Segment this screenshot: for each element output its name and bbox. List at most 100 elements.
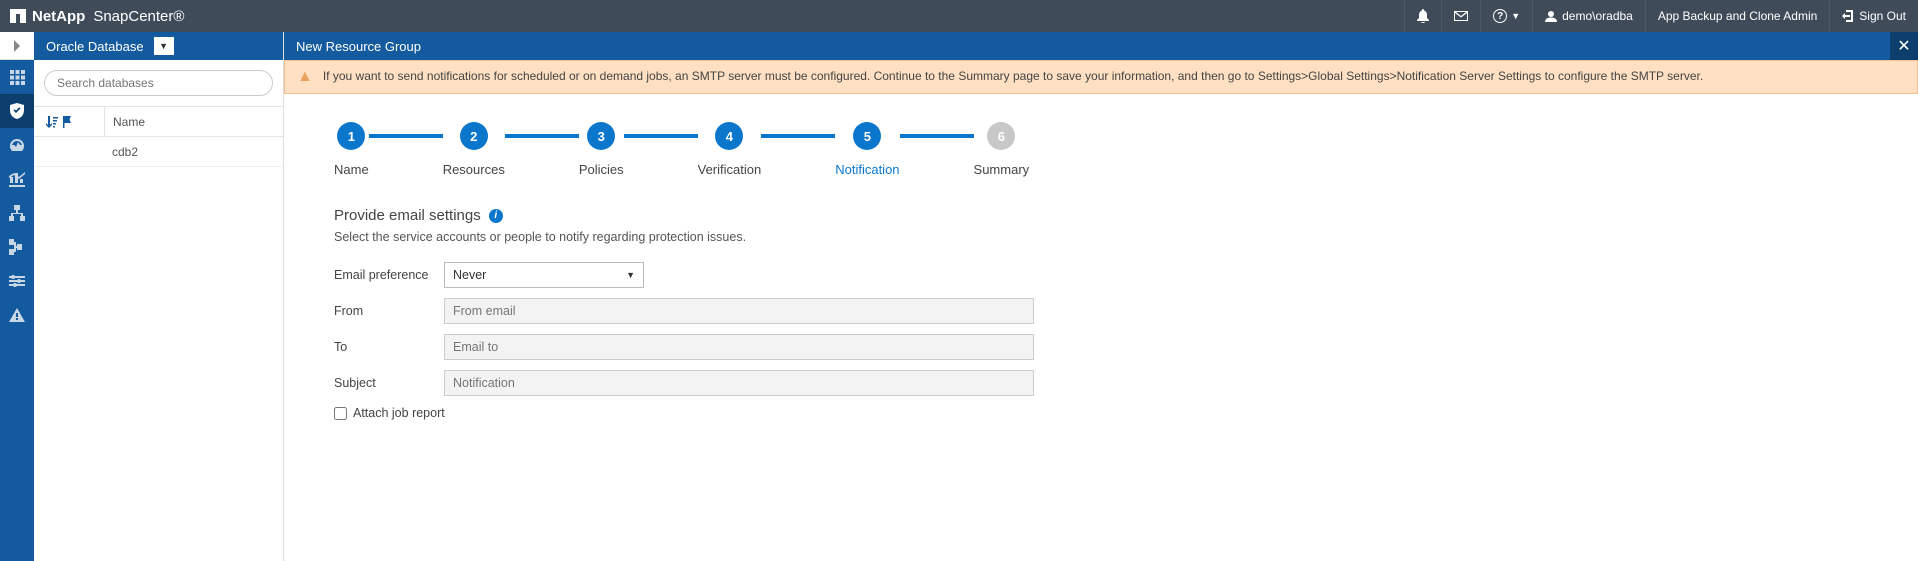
notification-form: Provide email settings i Select the serv… [284,187,1918,440]
nav-settings[interactable] [0,264,34,298]
brand-product: SnapCenter® [93,8,184,25]
nav-hosts[interactable] [0,196,34,230]
flag-icon [62,116,74,128]
envelope-icon [1454,11,1468,21]
nav-storage[interactable] [0,230,34,264]
step-label: Policies [579,162,624,177]
nav-resources[interactable] [0,94,34,128]
chevron-down-icon: ▼ [1511,11,1520,21]
sidebar-expand-button[interactable] [0,32,34,60]
step-policies[interactable]: 3 Policies [579,122,624,177]
wizard-steps: 1 Name 2 Resources 3 Policies 4 Verifica… [284,94,1918,187]
to-label: To [334,340,444,354]
resource-type-label: Oracle Database [46,39,144,54]
role-label: App Backup and Clone Admin [1658,9,1817,23]
icon-sidebar [0,32,34,561]
step-connector [900,134,974,138]
help-button[interactable]: ? ▼ [1480,0,1532,32]
signout-button[interactable]: Sign Out [1829,0,1918,32]
user-icon [1545,10,1557,22]
step-resources[interactable]: 2 Resources [443,122,505,177]
sliders-icon [9,274,25,288]
step-circle: 4 [715,122,743,150]
from-input[interactable] [444,298,1034,324]
step-label: Verification [698,162,762,177]
section-title: Provide email settings [334,207,481,224]
top-right: ? ▼ demo\oradba App Backup and Clone Adm… [1404,0,1918,32]
attach-report-checkbox[interactable] [334,407,347,420]
step-connector [369,134,443,138]
chevron-down-icon: ▼ [626,270,635,280]
resource-panel: Oracle Database ▼ Name cdb2 [34,32,284,561]
section-subtitle: Select the service accounts or people to… [334,230,1868,244]
chevron-down-icon: ▼ [154,37,174,55]
role-label-wrap[interactable]: App Backup and Clone Admin [1645,0,1829,32]
list-item[interactable]: cdb2 [34,137,283,167]
main-header: New Resource Group ✕ [284,32,1918,60]
search-wrap [34,60,283,107]
email-pref-select[interactable]: Never ▼ [444,262,644,288]
email-pref-label: Email preference [334,268,444,282]
step-label: Notification [835,162,899,177]
from-label: From [334,304,444,318]
db-name: cdb2 [104,145,283,159]
subject-input[interactable] [444,370,1034,396]
storage-icon [9,239,25,255]
close-button[interactable]: ✕ [1890,32,1918,60]
subject-label: Subject [334,376,444,390]
help-icon: ? [1493,9,1507,23]
step-circle: 3 [587,122,615,150]
warning-icon: ▲ [297,69,313,85]
list-header: Name [34,107,283,137]
warning-text: If you want to send notifications for sc… [323,69,1703,83]
page-title: New Resource Group [296,39,421,54]
logo: NetApp SnapCenter® [10,8,184,25]
step-circle: 6 [987,122,1015,150]
step-circle: 5 [853,122,881,150]
signout-label: Sign Out [1859,9,1906,23]
step-connector [505,134,579,138]
nav-alerts[interactable] [0,298,34,332]
main-area: New Resource Group ✕ ▲ If you want to se… [284,32,1918,561]
netapp-logo-icon [10,9,26,23]
user-menu[interactable]: demo\oradba [1532,0,1645,32]
step-notification[interactable]: 5 Notification [835,122,899,177]
nav-reports[interactable] [0,162,34,196]
step-summary[interactable]: 6 Summary [974,122,1030,177]
signout-icon [1842,10,1854,22]
warning-banner: ▲ If you want to send notifications for … [284,60,1918,94]
col-name-header[interactable]: Name [104,107,283,136]
email-pref-value: Never [453,268,486,282]
nav-dashboard[interactable] [0,60,34,94]
brand-bold: NetApp [32,8,85,25]
step-label: Resources [443,162,505,177]
chart-icon [9,171,25,187]
grid-icon [10,70,25,85]
sort-icon [46,116,58,128]
step-connector [624,134,698,138]
alert-icon [9,308,25,322]
step-connector [761,134,835,138]
messages-button[interactable] [1441,0,1480,32]
step-label: Summary [974,162,1030,177]
attach-report-label: Attach job report [353,406,445,420]
top-header: NetApp SnapCenter® ? ▼ demo\oradba App B… [0,0,1918,32]
nav-monitor[interactable] [0,128,34,162]
resource-type-selector[interactable]: Oracle Database ▼ [34,32,283,60]
close-icon: ✕ [1897,36,1910,56]
to-input[interactable] [444,334,1034,360]
bell-icon [1417,9,1429,23]
search-input[interactable] [44,70,273,96]
hierarchy-icon [9,205,25,221]
step-circle: 1 [337,122,365,150]
notifications-button[interactable] [1404,0,1441,32]
sort-controls[interactable] [34,116,104,128]
shield-check-icon [9,103,25,119]
user-label: demo\oradba [1562,9,1633,23]
step-verification[interactable]: 4 Verification [698,122,762,177]
chevron-right-icon [13,40,21,52]
info-icon[interactable]: i [489,209,503,223]
gauge-icon [9,137,25,153]
step-name[interactable]: 1 Name [334,122,369,177]
step-label: Name [334,162,369,177]
